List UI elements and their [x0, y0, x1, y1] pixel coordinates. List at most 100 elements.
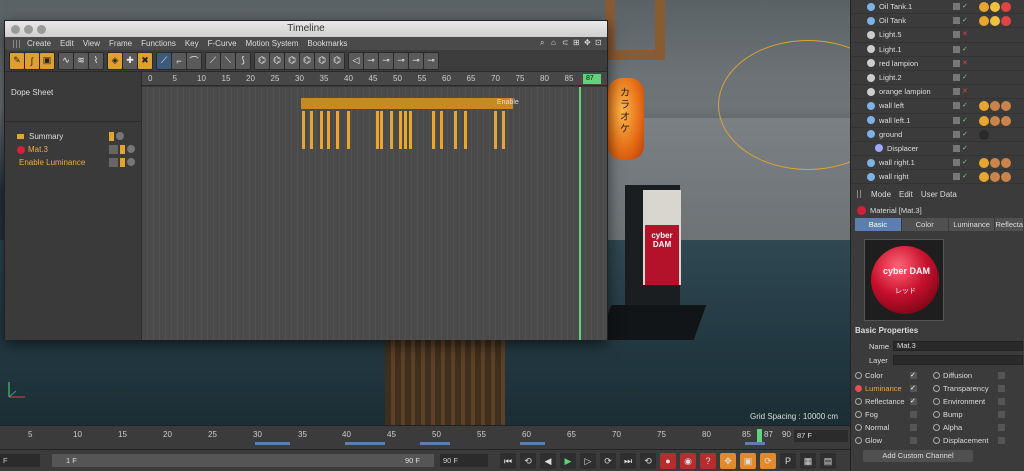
visibility-check-icon[interactable]: ✓: [962, 117, 968, 124]
channel-option[interactable]: Luminance ✓: [855, 384, 917, 393]
material-tag-icon[interactable]: [1001, 158, 1011, 169]
object-row[interactable]: orange lampion ✕: [851, 85, 1024, 100]
visibility-check-icon[interactable]: ✕: [962, 60, 968, 67]
keyframe-mark[interactable]: [440, 111, 443, 149]
track-summary[interactable]: Summary: [5, 130, 141, 143]
radio-icon[interactable]: [933, 372, 940, 379]
object-row[interactable]: red lampion ✕: [851, 57, 1024, 71]
keyframe-mark[interactable]: [336, 111, 339, 149]
keyframe-mark[interactable]: [409, 111, 412, 149]
keyframe-mark[interactable]: [464, 111, 467, 149]
channel-option[interactable]: Glow: [855, 436, 917, 445]
radio-icon[interactable]: [855, 424, 862, 431]
visibility-check-icon[interactable]: ✓: [962, 74, 968, 81]
summary-solo-icon[interactable]: [116, 132, 124, 140]
lock-icon-6[interactable]: ⊸: [424, 52, 438, 69]
channel-checkbox[interactable]: ✓: [910, 372, 917, 379]
material-tag-icon[interactable]: [979, 172, 989, 183]
menu-functions[interactable]: Functions: [141, 39, 176, 48]
channel-option[interactable]: Reflectance ✓: [855, 397, 917, 406]
material-tag-icon[interactable]: [990, 158, 1000, 169]
channel-option[interactable]: Bump: [933, 410, 1005, 419]
material-tag-icon[interactable]: [1001, 101, 1011, 112]
mat3-mode-icon[interactable]: [109, 145, 118, 154]
pla-key-icon[interactable]: ▦: [800, 453, 816, 469]
search-icon[interactable]: ⌕: [540, 39, 548, 47]
material-tag-icon[interactable]: [990, 16, 1000, 27]
radio-icon[interactable]: [855, 437, 862, 444]
interp-step-icon[interactable]: ⌐: [172, 52, 186, 69]
tangent-icon-4[interactable]: ⌬: [300, 52, 314, 69]
play-icon[interactable]: ▶: [560, 453, 576, 469]
lock-icon-2[interactable]: ⊸: [364, 52, 378, 69]
menu-edit[interactable]: Edit: [60, 39, 74, 48]
layer-swatch[interactable]: [953, 130, 960, 138]
lock-icon-3[interactable]: ⊸: [379, 52, 393, 69]
layer-field[interactable]: [893, 355, 1023, 365]
start-frame-field[interactable]: F: [0, 454, 40, 467]
curve-view-icon[interactable]: ∿: [59, 52, 73, 69]
lock-icon-5[interactable]: ⊸: [409, 52, 423, 69]
channel-option[interactable]: Diffusion: [933, 371, 1005, 380]
move-key-icon[interactable]: ✥: [720, 453, 736, 469]
layer-swatch[interactable]: [953, 88, 960, 96]
object-row[interactable]: wall right.1 ✓: [851, 156, 1024, 171]
menu-motion-system[interactable]: Motion System: [246, 39, 299, 48]
keyframe-mark[interactable]: [454, 111, 457, 149]
dope-sheet-area[interactable]: Enable: [142, 87, 607, 340]
material-tag-icon[interactable]: [1001, 16, 1011, 27]
tangent-icon-3[interactable]: ⌬: [285, 52, 299, 69]
home-icon[interactable]: ⌂: [551, 39, 559, 47]
material-tag-icon[interactable]: [979, 16, 989, 27]
zoom-window-button[interactable]: [37, 25, 46, 34]
menu-mode[interactable]: Mode: [871, 190, 891, 199]
channel-checkbox[interactable]: [998, 385, 1005, 392]
layer-swatch[interactable]: [953, 59, 960, 67]
material-tag-icon[interactable]: [990, 172, 1000, 183]
timeline-titlebar[interactable]: Timeline: [5, 21, 607, 37]
scale-key-icon[interactable]: ▣: [740, 453, 756, 469]
rotate-key-icon[interactable]: ⟳: [760, 453, 776, 469]
radio-icon[interactable]: [855, 411, 862, 418]
autokey-icon[interactable]: ◉: [680, 453, 696, 469]
main-playhead[interactable]: [757, 429, 762, 442]
visibility-check-icon[interactable]: ✓: [962, 46, 968, 53]
keyframe-mark[interactable]: [376, 111, 379, 149]
link-icon[interactable]: ⊂: [562, 39, 570, 47]
keyframe-mark[interactable]: [494, 111, 497, 149]
minimize-window-button[interactable]: [24, 25, 33, 34]
keyframe-mark[interactable]: [404, 111, 407, 149]
object-row[interactable]: Displacer ✓: [851, 142, 1024, 157]
visibility-check-icon[interactable]: ✓: [962, 3, 968, 10]
material-tag-icon[interactable]: [990, 115, 1000, 126]
channel-checkbox[interactable]: [998, 398, 1005, 405]
layer-swatch[interactable]: [953, 31, 960, 39]
preview-range-slider[interactable]: 1 F 90 F: [52, 454, 434, 467]
channel-checkbox[interactable]: [910, 424, 917, 431]
radio-icon[interactable]: [855, 398, 862, 405]
layer-swatch[interactable]: [953, 144, 960, 152]
layer-swatch[interactable]: [953, 45, 960, 53]
tab-color[interactable]: Color: [901, 218, 948, 231]
visibility-check-icon[interactable]: ✕: [962, 88, 968, 95]
object-row[interactable]: ground ✓: [851, 128, 1024, 142]
channel-checkbox[interactable]: ✓: [910, 398, 917, 405]
channel-option[interactable]: Color ✓: [855, 371, 917, 380]
channel-checkbox[interactable]: ✓: [910, 385, 917, 392]
prev-frame-icon[interactable]: ◀: [540, 453, 556, 469]
visibility-check-icon[interactable]: ✓: [962, 159, 968, 166]
go-to-start-icon[interactable]: ⏮: [500, 453, 516, 469]
object-row[interactable]: Light.5 ✕: [851, 28, 1024, 43]
radio-icon[interactable]: [933, 411, 940, 418]
visibility-check-icon[interactable]: ✕: [962, 31, 968, 38]
pulse-view-icon[interactable]: ⌇: [89, 52, 103, 69]
layer-swatch[interactable]: [953, 116, 960, 124]
material-tag-icon[interactable]: [979, 2, 989, 12]
radio-icon[interactable]: [855, 385, 862, 392]
timeline-ruler[interactable]: 0 5 10 15 20 25 30 35 40 45 50 55 60 65 70 75 80 85: [142, 72, 607, 86]
tangent-icon-1[interactable]: ⌬: [255, 52, 269, 69]
menu-create[interactable]: Create: [27, 39, 51, 48]
channel-option[interactable]: Alpha: [933, 423, 1005, 432]
object-row[interactable]: Oil Tank ✓: [851, 14, 1024, 29]
track-mat3[interactable]: Mat.3: [5, 143, 141, 156]
